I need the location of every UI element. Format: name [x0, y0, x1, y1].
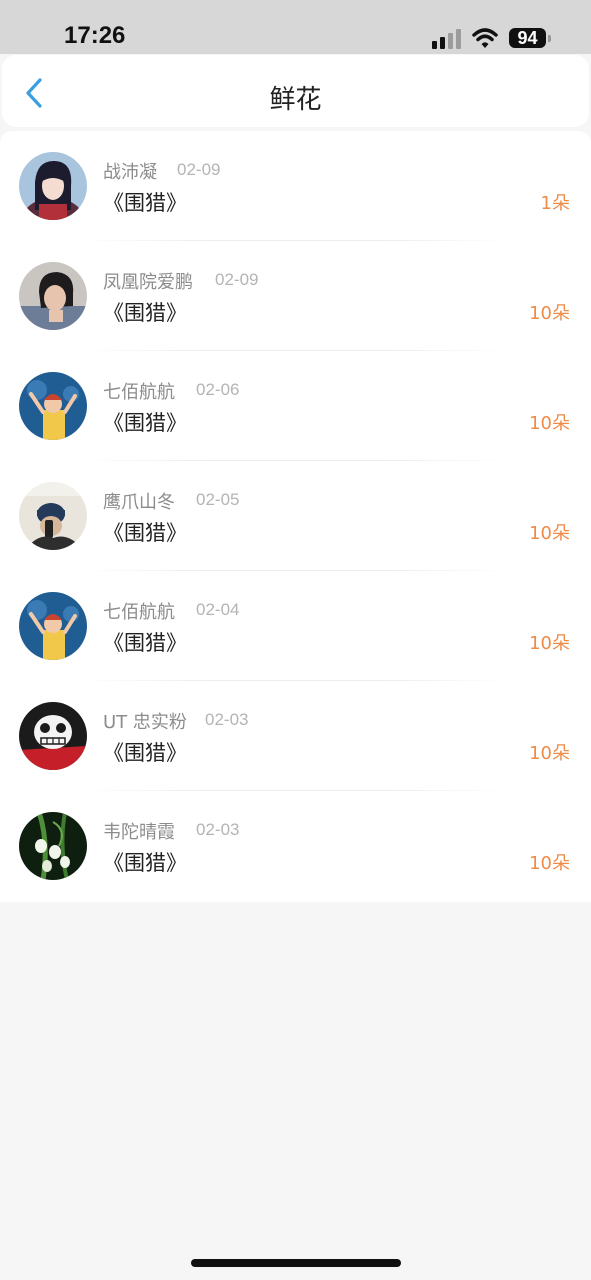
list-item[interactable]: 韦陀晴霞 02-03 《围猎》 10朵	[0, 791, 591, 901]
avatar[interactable]	[19, 262, 87, 330]
avatar[interactable]	[19, 812, 87, 880]
date: 02-06	[196, 380, 240, 399]
nav-bar: 鲜花	[2, 55, 589, 127]
list-item[interactable]: 七佰航航 02-06 《围猎》 10朵	[0, 351, 591, 461]
battery-icon: 94	[509, 28, 546, 48]
avatar[interactable]	[19, 592, 87, 660]
user-name: 七佰航航	[103, 382, 175, 403]
list-item[interactable]: UT 忠实粉 02-03 《围猎》 10朵	[0, 681, 591, 791]
book-title: 《围猎》	[103, 411, 187, 435]
book-title: 《围猎》	[103, 521, 187, 545]
date: 02-09	[215, 270, 259, 289]
flower-amount: 1朵	[540, 193, 570, 214]
user-name: 七佰航航	[103, 602, 175, 623]
date: 02-03	[205, 710, 249, 729]
book-title: 《围猎》	[103, 301, 187, 325]
date: 02-05	[196, 490, 240, 509]
user-name: 鹰爪山冬	[103, 492, 175, 513]
avatar[interactable]	[19, 372, 87, 440]
avatar[interactable]	[19, 482, 87, 550]
book-title: 《围猎》	[103, 741, 187, 765]
list-item[interactable]: 七佰航航 02-04 《围猎》 10朵	[0, 571, 591, 681]
home-indicator[interactable]	[191, 1259, 401, 1267]
date: 02-09	[177, 160, 221, 179]
page-title: 鲜花	[269, 85, 322, 115]
status-bar: 17:26 94	[0, 0, 591, 54]
user-name: 战沛凝	[103, 162, 157, 183]
list-item[interactable]: 凤凰院爱鹏 02-09 《围猎》 10朵	[0, 241, 591, 351]
user-name: 凤凰院爱鹏	[103, 272, 193, 293]
status-time: 17:26	[64, 22, 126, 49]
flower-amount: 10朵	[529, 413, 570, 434]
flower-list: 战沛凝 02-09 《围猎》 1朵 凤凰院爱鹏 02-09 《围猎》 10朵 七…	[0, 131, 591, 902]
list-item[interactable]: 战沛凝 02-09 《围猎》 1朵	[0, 131, 591, 241]
flower-amount: 10朵	[529, 743, 570, 764]
list-item[interactable]: 鹰爪山冬 02-05 《围猎》 10朵	[0, 461, 591, 571]
flower-amount: 10朵	[529, 853, 570, 874]
battery-cap	[548, 35, 551, 42]
book-title: 《围猎》	[103, 851, 187, 875]
book-title: 《围猎》	[103, 191, 187, 215]
flower-amount: 10朵	[529, 633, 570, 654]
date: 02-04	[196, 600, 240, 619]
avatar[interactable]	[19, 702, 87, 770]
book-title: 《围猎》	[103, 631, 187, 655]
user-name: UT 忠实粉	[103, 712, 187, 733]
date: 02-03	[196, 820, 240, 839]
flower-amount: 10朵	[529, 523, 570, 544]
wifi-icon	[472, 28, 498, 48]
avatar[interactable]	[19, 152, 87, 220]
flower-amount: 10朵	[529, 303, 570, 324]
user-name: 韦陀晴霞	[103, 822, 175, 843]
signal-icon	[432, 28, 462, 49]
